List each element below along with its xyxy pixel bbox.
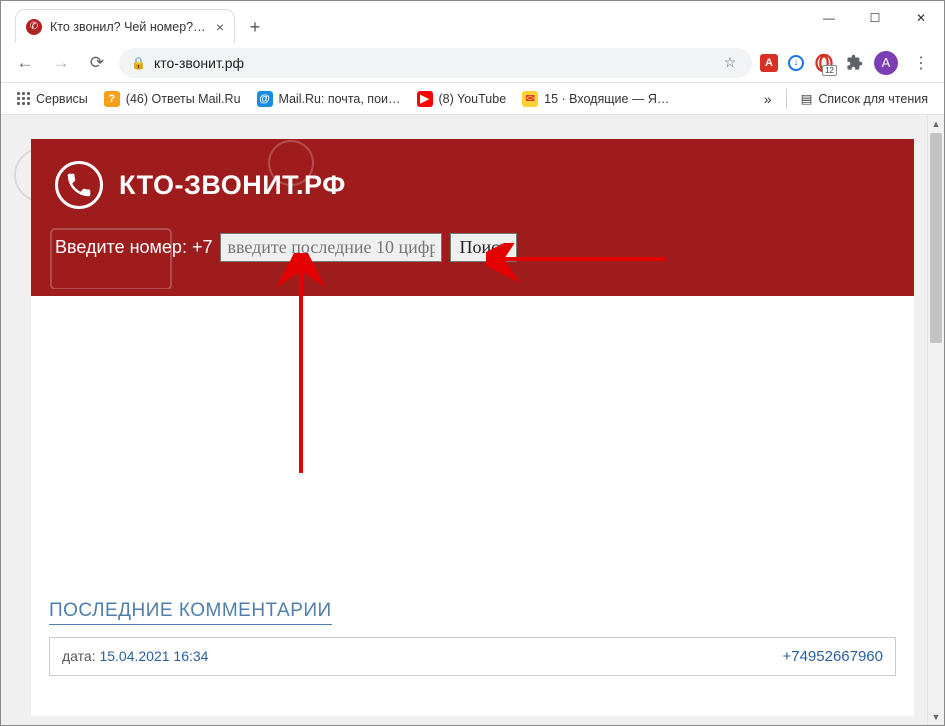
bookmark-favicon-icon: ✉	[522, 91, 538, 107]
apps-grid-icon	[17, 92, 30, 105]
apps-shortcut[interactable]: Сервисы	[11, 88, 94, 110]
phone-number-input[interactable]	[220, 233, 442, 262]
window-maximize-button[interactable]: ☐	[852, 1, 898, 35]
address-bar-row: ← → ⟳ 🔒 кто-звонит.рф ☆ A ↓ 12 A ⋮	[1, 43, 944, 83]
search-button[interactable]: Поиск	[450, 233, 516, 262]
bookmark-label: (8) YouTube	[439, 92, 507, 106]
bookmark-mailru[interactable]: @ Mail.Ru: почта, пои…	[251, 87, 407, 111]
lock-icon: 🔒	[131, 56, 146, 70]
scroll-up-icon[interactable]: ▲	[928, 115, 944, 132]
forward-button[interactable]: →	[47, 49, 75, 77]
bookmark-yandex[interactable]: ✉ 15 · Входящие — Я…	[516, 87, 675, 111]
comment-date[interactable]: 15.04.2021 16:34	[99, 648, 208, 664]
site-title: КТО-ЗВОНИТ.РФ	[119, 170, 346, 201]
reading-list-button[interactable]: ▤ Список для чтения	[795, 87, 934, 110]
divider	[786, 89, 787, 109]
scroll-thumb[interactable]	[930, 133, 942, 343]
url-text: кто-звонит.рф	[154, 55, 712, 71]
tab-title: Кто звонил? Чей номер? - узнат	[50, 20, 208, 34]
profile-avatar[interactable]: A	[874, 51, 898, 75]
browser-menu-button[interactable]: ⋮	[908, 53, 934, 73]
window-titlebar: ✆ Кто звонил? Чей номер? - узнат × + — ☐…	[1, 1, 944, 35]
comment-date-label: дата:	[62, 648, 99, 664]
extension-badge: 12	[822, 65, 837, 76]
bookmark-overflow-button[interactable]: »	[758, 91, 778, 107]
bookmark-favicon-icon: ?	[104, 91, 120, 107]
address-bar[interactable]: 🔒 кто-звонит.рф ☆	[119, 48, 752, 78]
site-header: КТО-ЗВОНИТ.РФ Введите номер: +7 Поиск	[31, 139, 914, 296]
tab-close-icon[interactable]: ×	[216, 19, 224, 35]
new-tab-button[interactable]: +	[241, 13, 269, 41]
tab-favicon-icon: ✆	[26, 19, 42, 35]
vertical-scrollbar[interactable]: ▲ ▼	[927, 115, 944, 725]
opera-extension-icon[interactable]: 12	[814, 53, 834, 73]
pdf-extension-icon[interactable]: A	[760, 54, 778, 72]
reload-button[interactable]: ⟳	[83, 49, 111, 77]
comment-item: дата: 15.04.2021 16:34 +74952667960	[49, 637, 896, 676]
bookmark-youtube[interactable]: ▶ (8) YouTube	[411, 87, 513, 111]
site-logo-icon	[55, 161, 103, 209]
window-minimize-button[interactable]: —	[806, 1, 852, 35]
main-content: ПОСЛЕДНИЕ КОММЕНТАРИИ дата: 15.04.2021 1…	[31, 296, 914, 716]
bookmarks-bar: Сервисы ? (46) Ответы Mail.Ru @ Mail.Ru: по…	[1, 83, 944, 115]
bookmark-favicon-icon: @	[257, 91, 273, 107]
bookmark-star-icon[interactable]: ☆	[720, 53, 740, 73]
bookmark-favicon-icon: ▶	[417, 91, 433, 107]
browser-tab[interactable]: ✆ Кто звонил? Чей номер? - узнат ×	[15, 9, 235, 43]
download-extension-icon[interactable]: ↓	[788, 55, 804, 71]
recent-comments-heading: ПОСЛЕДНИЕ КОММЕНТАРИИ	[49, 600, 332, 625]
extensions-menu-icon[interactable]	[844, 53, 864, 73]
comment-phone-link[interactable]: +74952667960	[782, 648, 883, 665]
bookmark-label: Mail.Ru: почта, пои…	[279, 92, 401, 106]
apps-label: Сервисы	[36, 92, 88, 106]
window-close-button[interactable]: ✕	[898, 1, 944, 35]
bookmark-label: 15 · Входящие — Я…	[544, 92, 669, 106]
bookmark-mail-answers[interactable]: ? (46) Ответы Mail.Ru	[98, 87, 247, 111]
page-viewport: КТО-ЗВОНИТ.РФ Введите номер: +7 Поиск ПО…	[1, 115, 944, 725]
bookmark-label: (46) Ответы Mail.Ru	[126, 92, 241, 106]
reading-list-icon: ▤	[801, 91, 813, 106]
reading-list-label: Список для чтения	[818, 92, 928, 106]
back-button[interactable]: ←	[11, 49, 39, 77]
scroll-down-icon[interactable]: ▼	[928, 708, 944, 725]
search-label: Введите номер: +7	[55, 237, 212, 258]
